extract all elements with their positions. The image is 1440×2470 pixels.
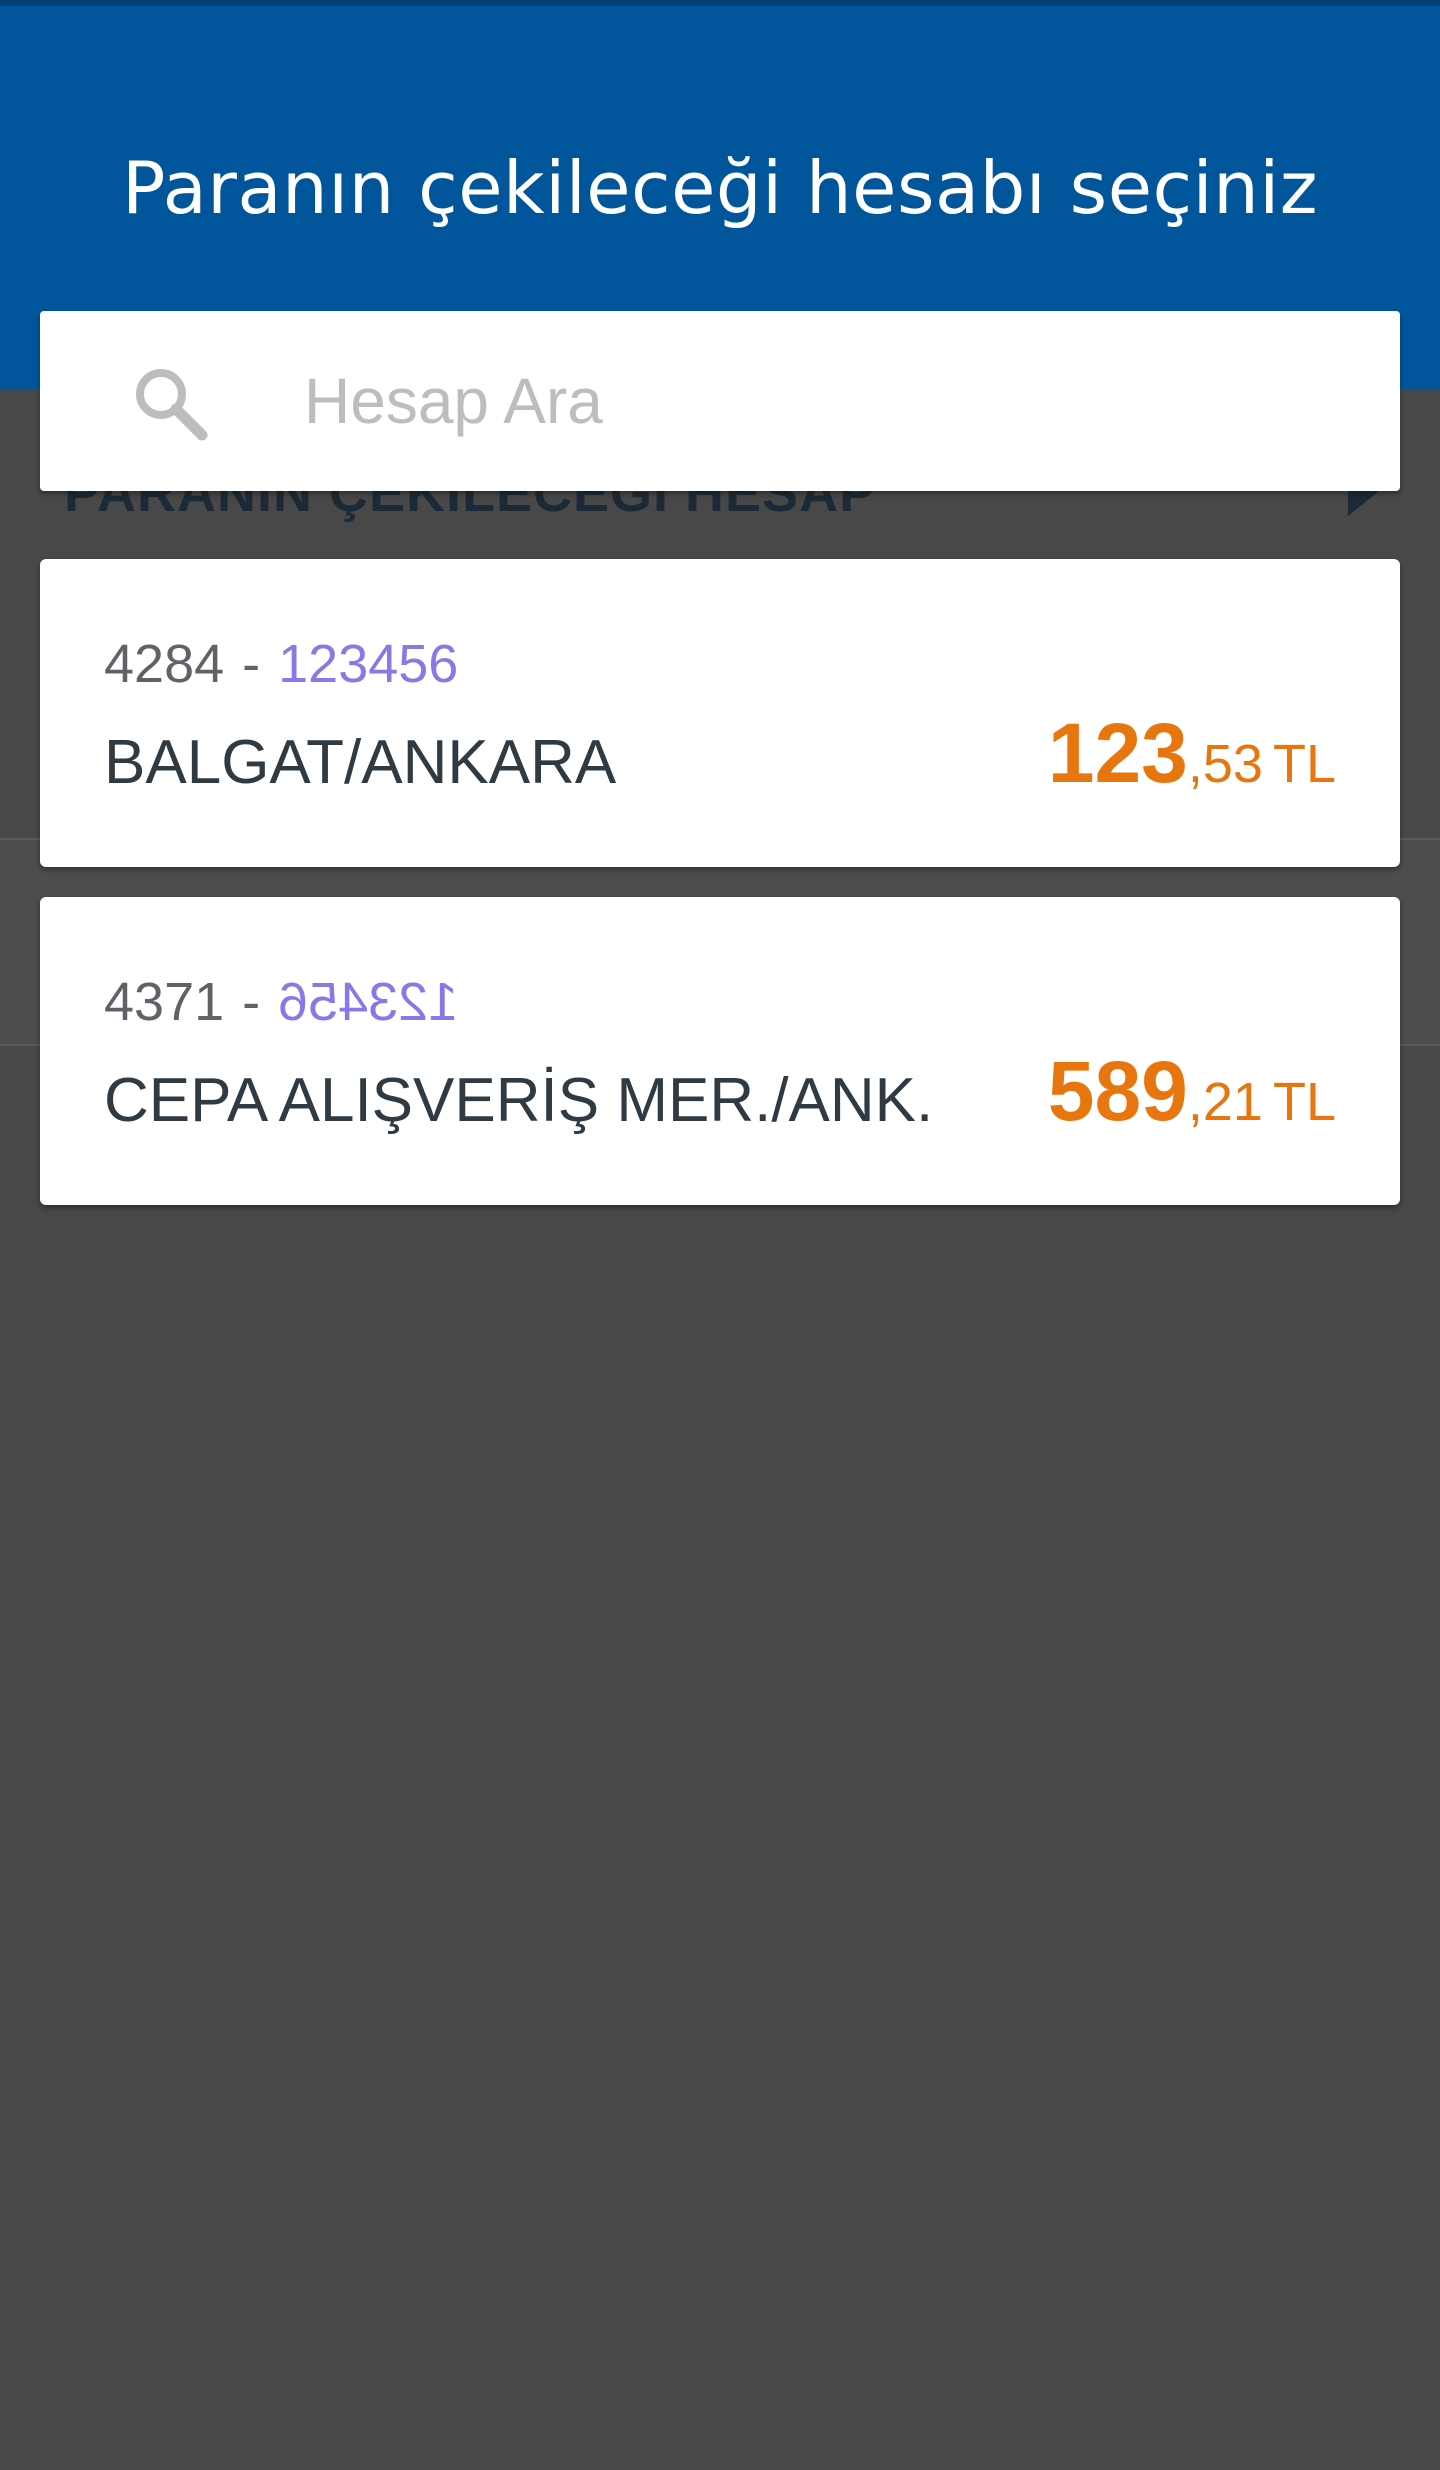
separator: - bbox=[242, 634, 261, 694]
account-number: 123456 bbox=[278, 972, 459, 1032]
branch-code: 4371 bbox=[104, 972, 225, 1032]
account-number: 123456 bbox=[278, 634, 459, 694]
branch-code: 4284 bbox=[104, 634, 225, 694]
account-card[interactable]: 4284-123456 BALGAT/ANKARA 123,53 TL bbox=[40, 559, 1400, 867]
account-branch-name: CEPA ALIŞVERİŞ MER./ANK. bbox=[104, 1066, 934, 1135]
balance-decimal: ,21 bbox=[1187, 1072, 1263, 1132]
account-balance: 123,53 TL bbox=[1048, 705, 1336, 802]
balance-decimal: ,53 bbox=[1187, 734, 1263, 794]
account-branch-name: BALGAT/ANKARA bbox=[104, 728, 617, 797]
search-icon bbox=[136, 369, 208, 441]
dialog-title: Paranın çekileceği hesabı seçiniz bbox=[121, 146, 1319, 230]
search-bar bbox=[40, 311, 1400, 491]
account-number-line: 4284-123456 bbox=[104, 633, 458, 695]
balance-integer: 589 bbox=[1047, 1044, 1188, 1138]
account-number-line: 4371-123456 bbox=[104, 971, 458, 1033]
balance-integer: 123 bbox=[1047, 706, 1188, 800]
separator: - bbox=[242, 972, 261, 1032]
account-balance: 589,21 TL bbox=[1048, 1043, 1336, 1140]
balance-currency: TL bbox=[1272, 1072, 1336, 1132]
search-input[interactable] bbox=[260, 351, 1360, 451]
balance-currency: TL bbox=[1272, 734, 1336, 794]
account-card[interactable]: 4371-123456 CEPA ALIŞVERİŞ MER./ANK. 589… bbox=[40, 897, 1400, 1205]
